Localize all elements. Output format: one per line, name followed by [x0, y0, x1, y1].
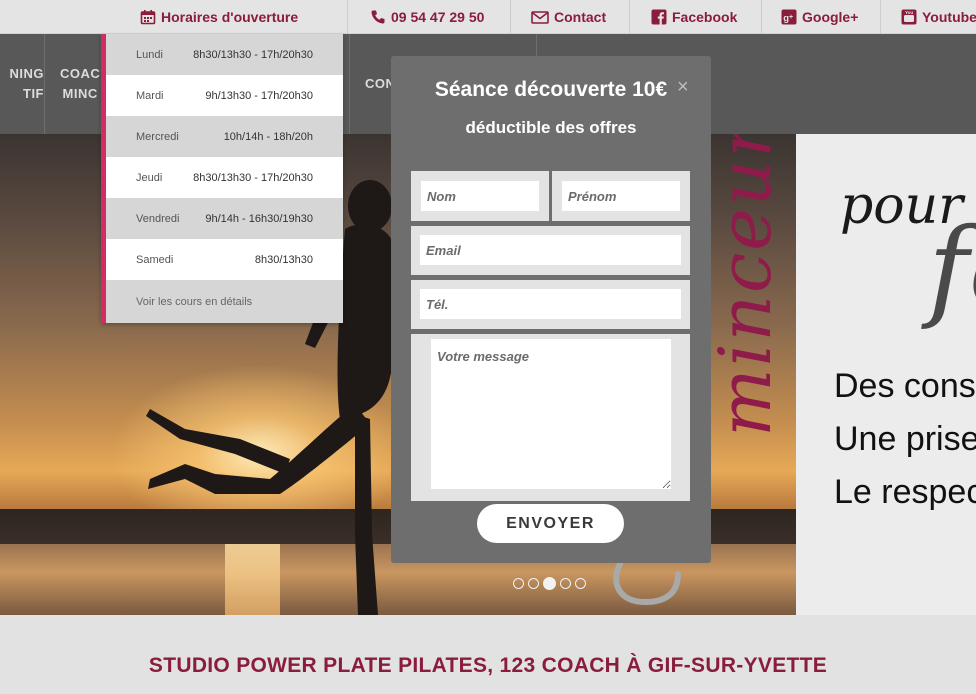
slider-dots [513, 577, 586, 590]
slider-dot-3[interactable] [543, 577, 556, 590]
google-plus-link[interactable]: g + Google+ [761, 0, 858, 34]
hours-day: Samedi [136, 253, 174, 266]
nav-item-training[interactable]: NING TIF [0, 34, 45, 134]
nom-field[interactable] [421, 181, 539, 211]
hours-time: 8h30/13h30 - 17h/20h30 [193, 171, 313, 184]
svg-text:You: You [905, 10, 913, 15]
hero-line-1: Des conse [834, 367, 976, 405]
hours-day: Mardi [136, 89, 164, 102]
youtube-link-label: Youtube [922, 9, 976, 25]
nav-item-coaching-line1: COAC [60, 66, 101, 81]
close-icon[interactable]: × [677, 76, 689, 99]
nav-item-training-line1: NING [9, 66, 44, 81]
nav-item-training-line2: TIF [23, 86, 44, 101]
tel-cell [411, 280, 690, 329]
hours-row: Samedi 8h30/13h30 [106, 239, 343, 280]
hero-line-2: Une prise [834, 420, 976, 458]
hours-day: Jeudi [136, 171, 163, 184]
hours-time: 10h/14h - 18h/20h [223, 130, 313, 143]
youtube-link[interactable]: You Youtube [880, 0, 976, 34]
hours-day: Mercredi [136, 130, 179, 143]
email-field[interactable] [420, 235, 681, 265]
google-plus-icon: g + [781, 9, 797, 25]
studio-title: STUDIO POWER PLATE PILATES, 123 COACH À … [148, 654, 828, 677]
discovery-session-modal: Séance découverte 10€ déductible des off… [391, 56, 711, 563]
svg-text:+: + [789, 14, 793, 21]
hero-side-panel: pour r fo Des conse Une prise Le respec [796, 134, 976, 615]
facebook-icon [651, 9, 667, 25]
hours-day: Vendredi [136, 212, 180, 225]
youtube-icon: You [901, 9, 917, 25]
phone-icon [370, 9, 386, 25]
google-plus-link-label: Google+ [802, 9, 859, 25]
hours-day: Lundi [136, 48, 163, 61]
top-utility-bar: Horaires d'ouverture 09 54 47 29 50 Cont… [0, 0, 976, 34]
prenom-field[interactable] [562, 181, 680, 211]
vertical-tagline-text: minceur [703, 134, 787, 437]
studio-band: STUDIO POWER PLATE PILATES, 123 COACH À … [0, 615, 976, 694]
contact-link[interactable]: Contact [510, 0, 606, 34]
calendar-icon [140, 9, 156, 25]
nav-item-coaching-line2: MINC [62, 86, 98, 101]
hours-row: Vendredi 9h/14h - 16h30/19h30 [106, 198, 343, 239]
hours-time: 9h/13h30 - 17h/20h30 [205, 89, 313, 102]
email-cell [411, 226, 690, 275]
hours-row: Jeudi 8h30/13h30 - 17h/20h30 [106, 157, 343, 198]
facebook-link[interactable]: Facebook [629, 0, 737, 34]
envelope-icon [531, 9, 549, 25]
contact-link-label: Contact [554, 9, 607, 25]
hero-line-3: Le respec [834, 473, 976, 511]
hours-row: Mardi 9h/13h30 - 17h/20h30 [106, 75, 343, 116]
vertical-tagline: minceur [703, 134, 787, 437]
slider-dot-4[interactable] [560, 578, 571, 589]
message-cell [411, 334, 690, 501]
message-field[interactable] [431, 339, 671, 489]
phone-number: 09 54 47 29 50 [391, 9, 485, 25]
slider-dot-2[interactable] [528, 578, 539, 589]
hours-details-label: Voir les cours en détails [136, 295, 253, 308]
hours-link-label: Horaires d'ouverture [161, 9, 299, 25]
nom-cell [411, 171, 549, 221]
hours-row: Mercredi 10h/14h - 18h/20h [106, 116, 343, 157]
hours-time: 8h30/13h30 [254, 253, 313, 266]
facebook-link-label: Facebook [672, 9, 738, 25]
prenom-cell [552, 171, 690, 221]
hours-time: 8h30/13h30 - 17h/20h30 [193, 48, 313, 61]
modal-subtitle: déductible des offres [465, 118, 637, 137]
hours-row: Lundi 8h30/13h30 - 17h/20h30 [106, 34, 343, 75]
slider-dot-5[interactable] [575, 578, 586, 589]
script-f: fo [928, 204, 976, 332]
opening-hours-dropdown: Lundi 8h30/13h30 - 17h/20h30 Mardi 9h/13… [101, 34, 343, 323]
phone-link[interactable]: 09 54 47 29 50 [347, 0, 484, 34]
tel-field[interactable] [420, 289, 681, 319]
hours-time: 9h/14h - 16h30/19h30 [205, 212, 313, 225]
hours-details-link[interactable]: Voir les cours en détails [106, 280, 343, 323]
modal-title: Séance découverte 10€ [434, 78, 668, 101]
slider-dot-1[interactable] [513, 578, 524, 589]
send-button[interactable]: ENVOYER [477, 504, 624, 543]
script-swash [613, 561, 681, 606]
hours-link[interactable]: Horaires d'ouverture [130, 0, 298, 34]
